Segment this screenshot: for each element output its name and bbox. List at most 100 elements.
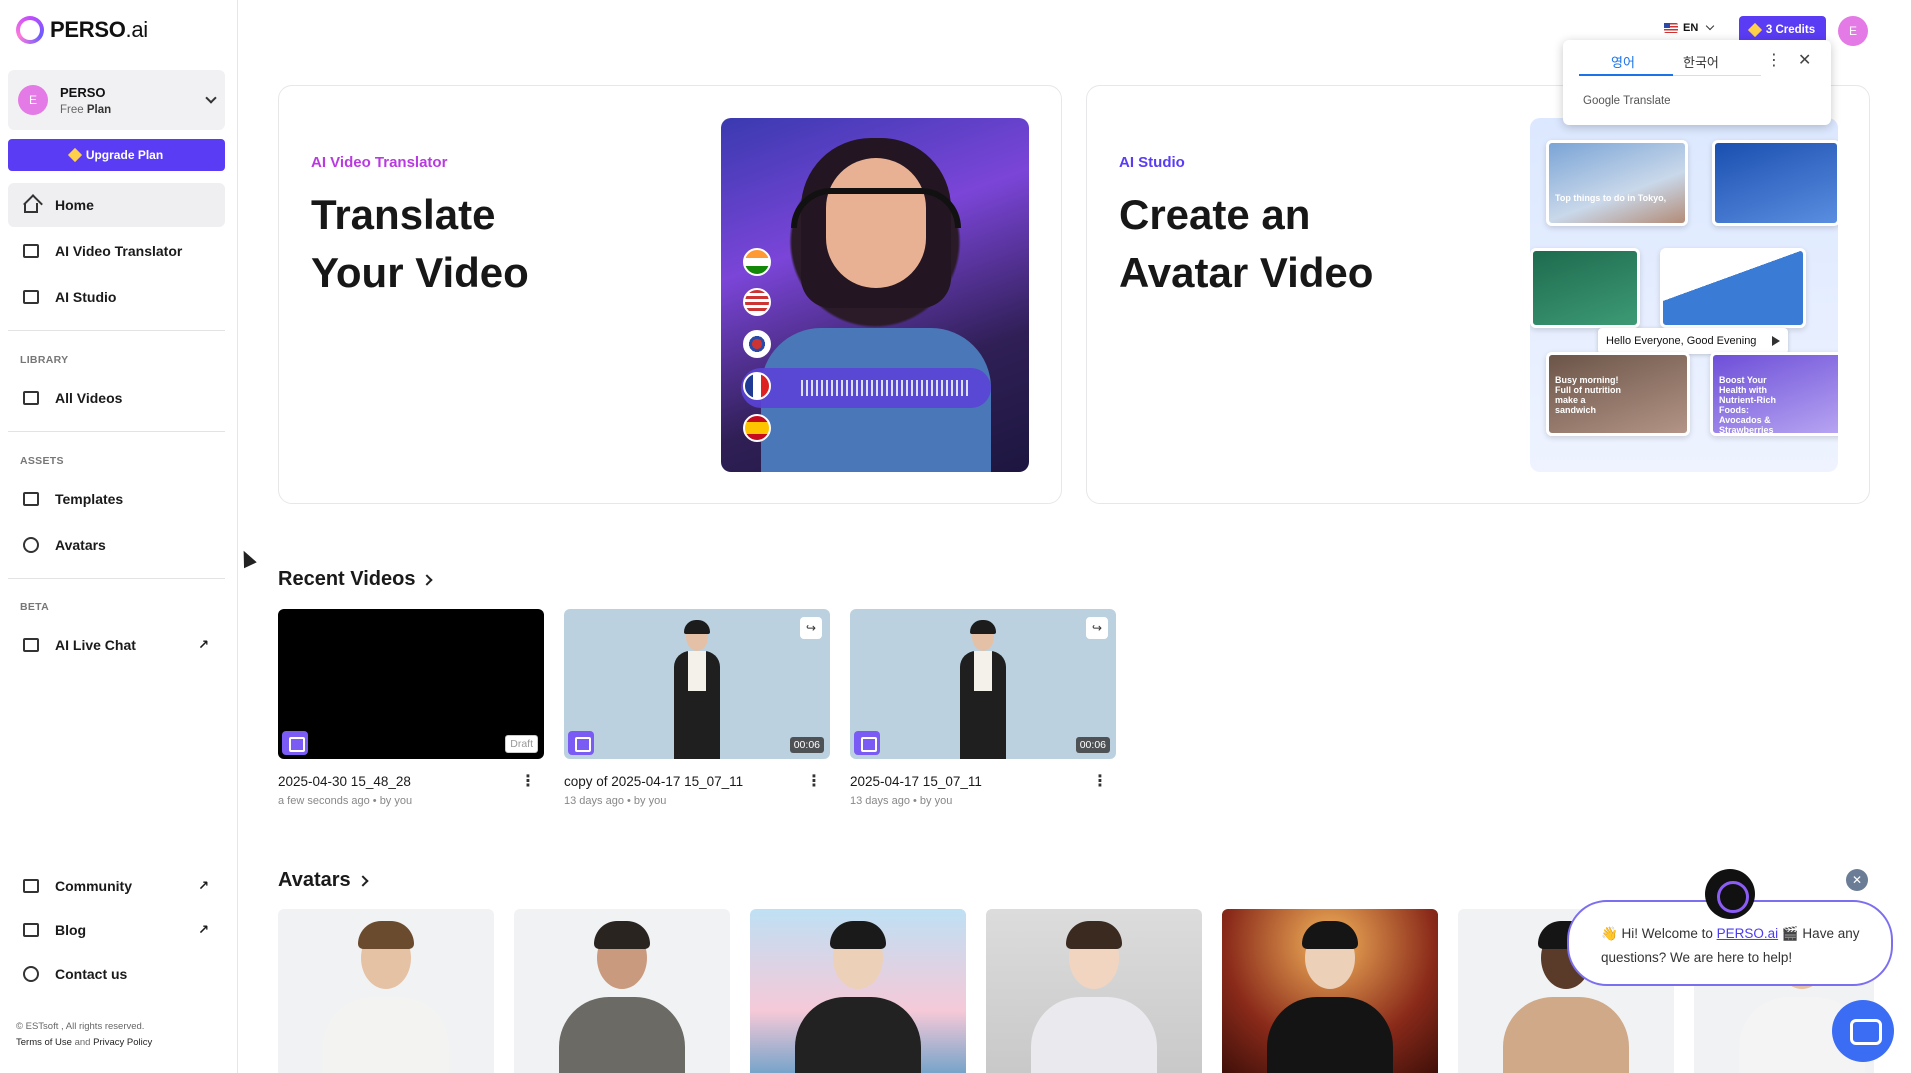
sidebar-item-home[interactable]: Home bbox=[8, 183, 225, 227]
template-thumbnail bbox=[1660, 248, 1806, 328]
chat-launcher-button[interactable] bbox=[1832, 1000, 1894, 1062]
draft-badge: Draft bbox=[505, 735, 538, 753]
us-flag-icon bbox=[1664, 23, 1678, 33]
video-thumbnail[interactable]: ↪ 00:06 bbox=[564, 609, 830, 759]
sidebar-item-templates[interactable]: Templates bbox=[8, 477, 225, 521]
section-label-library: LIBRARY bbox=[20, 354, 69, 366]
clapperboard-icon bbox=[22, 288, 40, 306]
video-thumbnail[interactable]: ↪ 00:06 bbox=[850, 609, 1116, 759]
video-meta: 13 days ago • by you bbox=[850, 795, 953, 807]
perso-link[interactable]: PERSO.ai bbox=[1717, 926, 1779, 941]
sidebar-item-video-translator[interactable]: AI Video Translator bbox=[8, 229, 225, 273]
workspace-switcher[interactable]: E PERSO Free Plan bbox=[8, 70, 225, 130]
video-card[interactable]: Draft 2025-04-30 15_48_28 ⋮ a few seconds… bbox=[278, 609, 544, 807]
workspace-avatar: E bbox=[18, 85, 48, 115]
hero-title: Translate Your Video bbox=[311, 191, 529, 296]
headset-icon bbox=[791, 188, 961, 228]
chevron-right-icon bbox=[356, 874, 369, 887]
tab-source-language[interactable]: 영어 bbox=[1611, 52, 1635, 71]
avatar-figure bbox=[955, 620, 1011, 759]
hero-card-video-translator[interactable]: AI Video Translator Translate Your Video bbox=[278, 85, 1062, 504]
spain-flag-icon bbox=[743, 414, 771, 442]
user-avatar[interactable]: E bbox=[1838, 16, 1868, 46]
avatar-figure bbox=[669, 620, 725, 759]
more-options-icon[interactable]: ⋮ bbox=[1766, 50, 1782, 70]
privacy-link[interactable]: Privacy Policy bbox=[93, 1037, 152, 1048]
workspace-name: PERSO bbox=[60, 84, 106, 100]
sidebar-item-community[interactable]: Community ↗ bbox=[8, 864, 225, 908]
app-root: PERSO.ai E PERSO Free Plan Upgrade Plan … bbox=[0, 0, 1911, 1073]
template-thumbnail bbox=[1712, 140, 1838, 226]
hero-kicker: AI Studio bbox=[1119, 154, 1185, 171]
divider bbox=[8, 578, 225, 579]
sidebar-item-studio[interactable]: AI Studio bbox=[8, 275, 225, 319]
tab-indicator bbox=[1579, 74, 1673, 76]
close-icon[interactable]: ✕ bbox=[1798, 50, 1811, 70]
share-icon[interactable]: ↪ bbox=[800, 617, 822, 639]
korea-flag-icon bbox=[743, 330, 771, 358]
chevron-down-icon bbox=[205, 92, 217, 104]
language-selector[interactable]: EN bbox=[1664, 21, 1715, 34]
duration-badge: 00:06 bbox=[789, 737, 824, 753]
template-thumbnail: Top things to do in Tokyo, bbox=[1546, 140, 1688, 226]
avatar-card[interactable] bbox=[514, 909, 730, 1073]
play-icon bbox=[1772, 336, 1780, 346]
hero-title: Create an Avatar Video bbox=[1119, 191, 1374, 296]
sidebar-item-avatars[interactable]: Avatars bbox=[8, 523, 225, 567]
film-icon bbox=[282, 731, 308, 755]
headset-icon bbox=[22, 965, 40, 983]
perso-logo-icon bbox=[16, 16, 44, 44]
share-icon[interactable]: ↪ bbox=[1086, 617, 1108, 639]
sidebar-item-contact[interactable]: Contact us bbox=[8, 952, 225, 996]
terms-link[interactable]: Terms of Use bbox=[16, 1037, 72, 1048]
audio-waveform bbox=[741, 368, 991, 408]
avatars-header[interactable]: Avatars bbox=[278, 869, 369, 892]
google-translate-brand: Google Translate bbox=[1583, 95, 1671, 107]
chat-icon bbox=[22, 636, 40, 654]
external-link-icon: ↗ bbox=[198, 637, 209, 652]
translator-preview-image bbox=[721, 118, 1029, 472]
us-flag-icon bbox=[743, 288, 771, 316]
footer-copyright: © ESTsoft , All rights reserved. Terms o… bbox=[16, 1021, 153, 1048]
chat-close-icon[interactable]: ✕ bbox=[1846, 869, 1868, 891]
logo[interactable]: PERSO.ai bbox=[16, 16, 148, 44]
video-card[interactable]: ↪ 00:06 2025-04-17 15_07_11 ⋮ 13 days ago… bbox=[850, 609, 1116, 807]
video-card[interactable]: ↪ 00:06 copy of 2025-04-17 15_07_11 ⋮ 13 … bbox=[564, 609, 830, 807]
chevron-right-icon bbox=[421, 573, 434, 586]
india-flag-icon bbox=[743, 248, 771, 276]
video-title: 2025-04-17 15_07_11 bbox=[850, 773, 982, 789]
template-thumbnail: Boost Your Health with Nutrient-Rich Foo… bbox=[1710, 352, 1838, 436]
film-icon bbox=[568, 731, 594, 755]
video-title: 2025-04-30 15_48_28 bbox=[278, 773, 411, 789]
hero-kicker: AI Video Translator bbox=[311, 154, 448, 171]
caption-pill: Hello Everyone, Good Evening bbox=[1598, 328, 1788, 354]
template-thumbnail: Busy morning! Full of nutrition make a s… bbox=[1546, 352, 1690, 436]
divider bbox=[8, 431, 225, 432]
external-link-icon: ↗ bbox=[198, 878, 209, 893]
diamond-icon bbox=[1747, 22, 1762, 38]
avatar-card[interactable] bbox=[750, 909, 966, 1073]
upgrade-plan-button[interactable]: Upgrade Plan bbox=[8, 139, 225, 171]
avatar-card[interactable] bbox=[278, 909, 494, 1073]
film-icon bbox=[854, 731, 880, 755]
avatar-card[interactable] bbox=[1222, 909, 1438, 1073]
avatar-card[interactable] bbox=[986, 909, 1202, 1073]
kebab-menu-icon[interactable]: ⋮ bbox=[1092, 771, 1108, 791]
recent-videos-header[interactable]: Recent Videos bbox=[278, 568, 434, 591]
logo-text: PERSO.ai bbox=[50, 17, 148, 42]
user-circle-icon bbox=[22, 536, 40, 554]
video-thumbnail[interactable]: Draft bbox=[278, 609, 544, 759]
tab-target-language[interactable]: 한국어 bbox=[1683, 52, 1719, 71]
translate-icon bbox=[22, 242, 40, 260]
hero-card-ai-studio[interactable]: AI Studio Create an Avatar Video Top thi… bbox=[1086, 85, 1870, 504]
workspace-plan: Free Plan bbox=[60, 103, 112, 116]
video-library-icon bbox=[22, 389, 40, 407]
sidebar-item-all-videos[interactable]: All Videos bbox=[8, 376, 225, 420]
kebab-menu-icon[interactable]: ⋮ bbox=[520, 771, 536, 791]
video-meta: a few seconds ago • by you bbox=[278, 795, 413, 807]
video-title: copy of 2025-04-17 15_07_11 bbox=[564, 773, 744, 789]
sidebar-item-live-chat[interactable]: AI Live Chat ↗ bbox=[8, 623, 225, 667]
sidebar-item-blog[interactable]: Blog ↗ bbox=[8, 908, 225, 952]
kebab-menu-icon[interactable]: ⋮ bbox=[806, 771, 822, 791]
chevron-down-icon bbox=[1706, 21, 1715, 31]
